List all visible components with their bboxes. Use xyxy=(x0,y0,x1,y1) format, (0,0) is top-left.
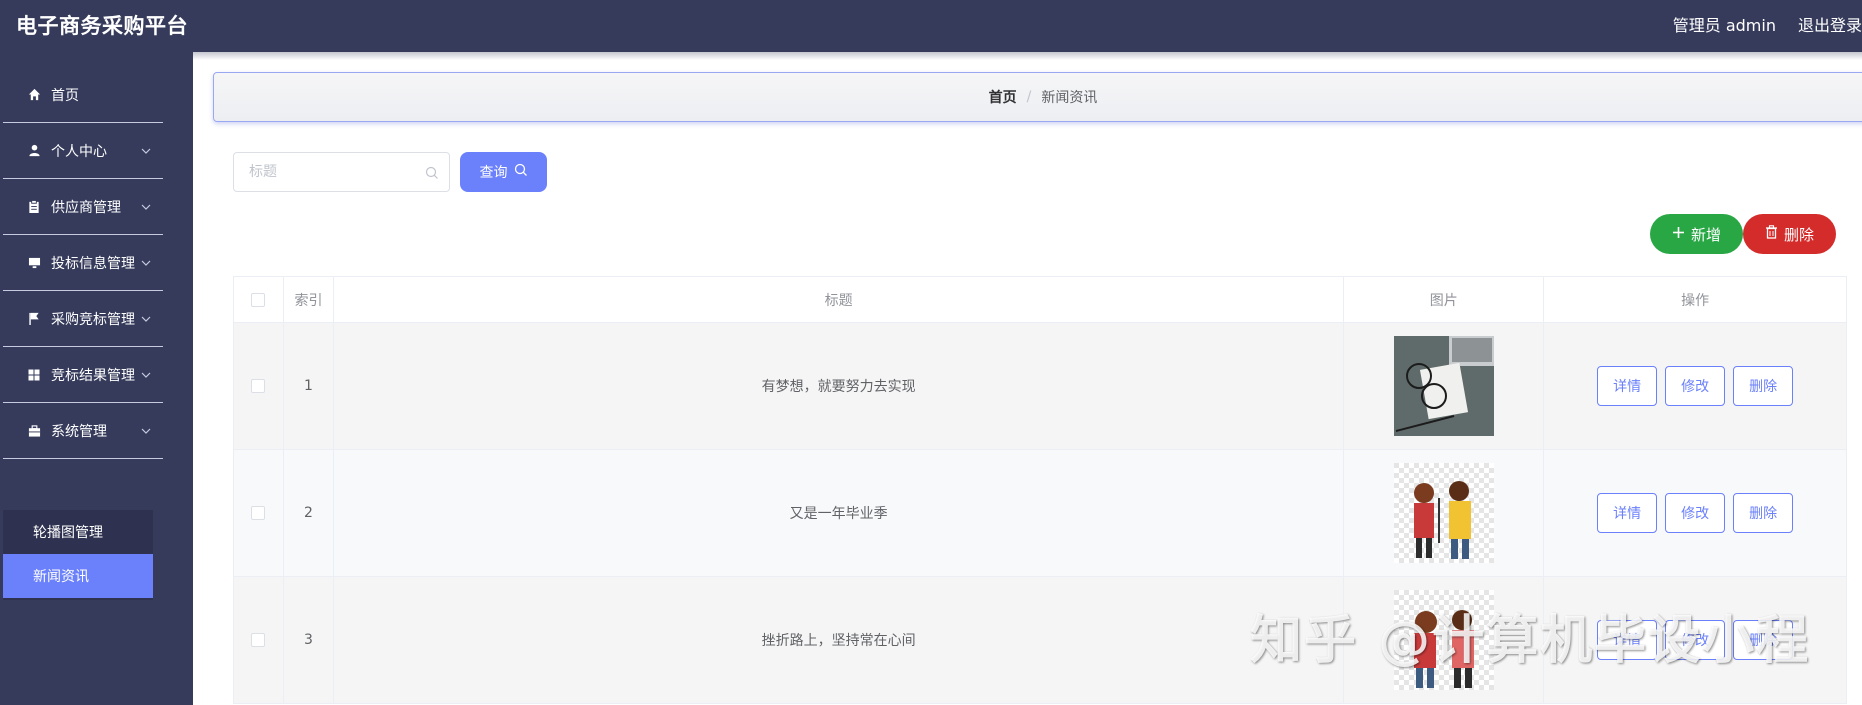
home-icon xyxy=(27,88,41,102)
sidebar-item-label: 供应商管理 xyxy=(51,199,121,216)
grid-icon xyxy=(27,368,41,382)
briefcase-icon xyxy=(27,424,41,438)
query-button-label: 查询 xyxy=(479,165,508,181)
search-icon xyxy=(514,163,528,181)
header-image: 图片 xyxy=(1344,277,1545,322)
user-icon xyxy=(27,144,41,158)
sidebar-item-purchase-bid[interactable]: 采购竞标管理 xyxy=(3,291,163,347)
select-all-checkbox[interactable] xyxy=(251,292,266,307)
breadcrumb-current: 新闻资讯 xyxy=(1041,90,1098,106)
system-submenu: 轮播图管理 新闻资讯 xyxy=(3,510,153,600)
sidebar-item-system[interactable]: 系统管理 xyxy=(3,403,163,459)
chevron-down-icon xyxy=(141,200,151,216)
sidebar-item-home[interactable]: 首页 xyxy=(3,67,163,123)
news-thumbnail-image xyxy=(1393,463,1494,563)
sidebar: 首页 个人中心 供应商管理 投标信息管理 采购竞标管理 竞标结果管理 系统管理 … xyxy=(0,52,193,705)
table-row: 1 有梦想，就要努力去实现 详情 修改 删除 xyxy=(234,323,1847,450)
flag-icon xyxy=(27,312,41,326)
title-search-input[interactable] xyxy=(234,153,404,191)
chevron-down-icon xyxy=(141,312,151,328)
admin-user-label[interactable]: 管理员 admin xyxy=(1673,12,1776,36)
sidebar-item-label: 首页 xyxy=(51,87,79,104)
row-image-cell xyxy=(1344,450,1545,576)
row-operations: 详情 修改 删除 xyxy=(1544,323,1847,449)
chevron-down-icon xyxy=(141,368,151,384)
header-select-all-cell xyxy=(234,277,284,322)
chevron-down-icon xyxy=(141,144,151,160)
row-title: 有梦想，就要努力去实现 xyxy=(334,323,1345,449)
user-area: 管理员 admin 退出登录 xyxy=(1673,12,1862,36)
monitor-icon xyxy=(27,256,41,270)
sidebar-item-personal-center[interactable]: 个人中心 xyxy=(3,123,163,179)
breadcrumb: 首页 / 新闻资讯 xyxy=(213,72,1862,122)
edit-button[interactable]: 修改 xyxy=(1665,493,1726,533)
sidebar-subitem-carousel[interactable]: 轮播图管理 xyxy=(3,510,153,554)
delete-button[interactable]: 删除 xyxy=(1733,493,1794,533)
header-index: 索引 xyxy=(284,277,334,322)
row-checkbox-cell xyxy=(234,450,284,576)
detail-button[interactable]: 详情 xyxy=(1597,493,1658,533)
sidebar-item-bid-result[interactable]: 竞标结果管理 xyxy=(3,347,163,403)
breadcrumb-home[interactable]: 首页 xyxy=(989,87,1017,107)
row-index: 1 xyxy=(284,323,334,449)
add-button[interactable]: 新增 xyxy=(1650,214,1743,254)
row-checkbox[interactable] xyxy=(251,633,266,647)
query-button[interactable]: 查询 xyxy=(460,152,547,192)
plus-icon xyxy=(1672,225,1685,243)
edit-button[interactable]: 修改 xyxy=(1665,366,1726,406)
sidebar-item-label: 采购竞标管理 xyxy=(51,311,135,328)
chevron-up-icon xyxy=(141,424,151,440)
clipboard-icon xyxy=(27,200,41,214)
row-checkbox-cell xyxy=(234,577,284,703)
trash-icon xyxy=(1765,225,1778,243)
row-operations: 详情 修改 删除 xyxy=(1544,577,1847,703)
delete-button[interactable]: 删除 xyxy=(1733,366,1794,406)
row-image-cell xyxy=(1344,323,1545,449)
table-row: 3 挫折路上，坚持常在心间 详情 修改 删除 xyxy=(234,577,1847,704)
logout-link[interactable]: 退出登录 xyxy=(1798,12,1862,36)
sidebar-subitem-news[interactable]: 新闻资讯 xyxy=(3,554,153,598)
breadcrumb-separator: / xyxy=(1026,89,1032,105)
detail-button[interactable]: 详情 xyxy=(1597,620,1658,660)
sidebar-item-label: 个人中心 xyxy=(51,143,107,160)
row-checkbox[interactable] xyxy=(251,506,266,520)
news-thumbnail-image xyxy=(1393,590,1494,690)
row-title: 又是一年毕业季 xyxy=(334,450,1345,576)
sidebar-item-supplier[interactable]: 供应商管理 xyxy=(3,179,163,235)
detail-button[interactable]: 详情 xyxy=(1597,366,1658,406)
batch-delete-button[interactable]: 删除 xyxy=(1743,214,1836,254)
sidebar-item-label: 投标信息管理 xyxy=(51,255,135,272)
chevron-down-icon xyxy=(141,256,151,272)
sidebar-item-label: 竞标结果管理 xyxy=(51,367,135,384)
edit-button[interactable]: 修改 xyxy=(1665,620,1726,660)
delete-button[interactable]: 删除 xyxy=(1733,620,1794,660)
row-operations: 详情 修改 删除 xyxy=(1544,450,1847,576)
header-operations: 操作 xyxy=(1544,277,1847,322)
delete-button-label: 删除 xyxy=(1783,225,1814,244)
row-checkbox-cell xyxy=(234,323,284,449)
app-title: 电子商务采购平台 xyxy=(16,14,188,38)
row-title: 挫折路上，坚持常在心间 xyxy=(334,577,1345,703)
row-index: 3 xyxy=(284,577,334,703)
table-row: 2 又是一年毕业季 详情 修改 删除 xyxy=(234,450,1847,577)
header-title: 标题 xyxy=(334,277,1345,322)
row-checkbox[interactable] xyxy=(251,379,266,393)
row-image-cell xyxy=(1344,577,1545,703)
main-top-shadow xyxy=(193,52,1862,60)
search-field xyxy=(233,152,450,192)
sidebar-item-bid-info[interactable]: 投标信息管理 xyxy=(3,235,163,291)
row-index: 2 xyxy=(284,450,334,576)
news-thumbnail-image xyxy=(1393,336,1494,436)
search-icon xyxy=(425,165,439,184)
news-table: 索引 标题 图片 操作 1 有梦想，就要努力去实现 详情 修改 删除 2 又是一… xyxy=(233,276,1847,704)
top-bar: 电子商务采购平台 管理员 admin 退出登录 xyxy=(0,0,1862,52)
sidebar-item-label: 系统管理 xyxy=(51,423,107,440)
table-header-row: 索引 标题 图片 操作 xyxy=(234,277,1847,323)
add-button-label: 新增 xyxy=(1690,225,1721,244)
